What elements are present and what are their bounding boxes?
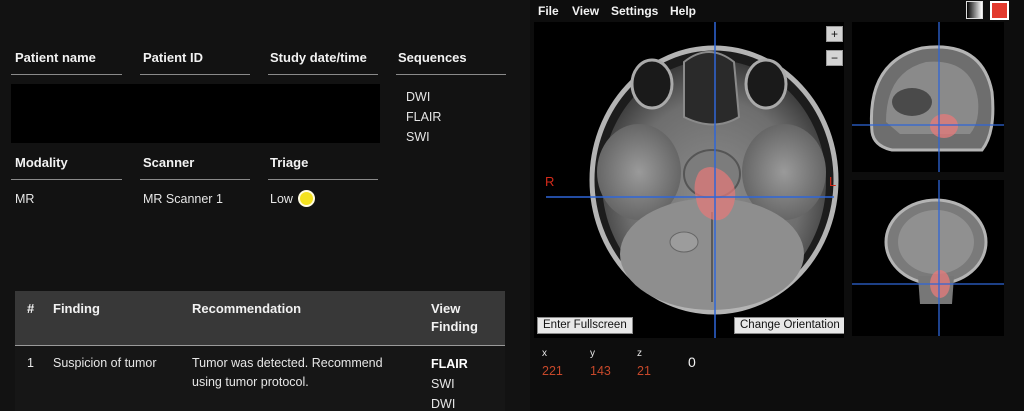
scanner-header: Scanner bbox=[143, 155, 195, 170]
orientation-label-right: R bbox=[545, 174, 555, 189]
modality-value: MR bbox=[15, 192, 35, 206]
cursor-coordinates: x 221 y 143 z 21 0 bbox=[530, 340, 1024, 411]
patient-info-panel: Patient name Patient ID Study date/time … bbox=[0, 0, 520, 411]
view-finding-dwi-link[interactable]: DWI bbox=[431, 394, 468, 411]
menu-settings[interactable]: Settings bbox=[611, 4, 658, 18]
change-orientation-button[interactable]: Change Orientation bbox=[734, 317, 844, 334]
divider bbox=[396, 74, 506, 75]
patient-name-header: Patient name bbox=[15, 50, 96, 65]
image-viewer: File View Settings Help + − R L Enter Fu… bbox=[530, 0, 1024, 411]
sequence-item: SWI bbox=[406, 130, 430, 144]
column-header-recommendation: Recommendation bbox=[192, 301, 302, 316]
axial-view[interactable]: + − R L Enter Fullscreen Change Orientat… bbox=[534, 22, 844, 338]
triage-indicator-icon bbox=[298, 190, 315, 207]
patient-id-header: Patient ID bbox=[143, 50, 203, 65]
scanner-value: MR Scanner 1 bbox=[143, 192, 223, 206]
pixel-intensity-value: 0 bbox=[688, 354, 696, 370]
sequences-list: DWI FLAIR SWI bbox=[406, 87, 441, 147]
study-datetime-header: Study date/time bbox=[270, 50, 367, 65]
segmentation-overlay-toggle-icon[interactable] bbox=[990, 1, 1009, 20]
divider bbox=[140, 74, 250, 75]
modality-header: Modality bbox=[15, 155, 68, 170]
column-header-number: # bbox=[27, 301, 35, 316]
view-finding-links: FLAIR SWI DWI bbox=[431, 354, 468, 411]
axial-mri-slice bbox=[546, 22, 839, 338]
triage-value: Low bbox=[270, 192, 293, 206]
orientation-label-left: L bbox=[829, 174, 837, 189]
zoom-in-button[interactable]: + bbox=[826, 26, 843, 42]
coord-z-value: 21 bbox=[637, 364, 651, 378]
finding-recommendation: Tumor was detected. Recommend using tumo… bbox=[192, 356, 383, 389]
findings-table-header: # Finding Recommendation View Finding bbox=[15, 291, 505, 345]
coronal-mri-slice bbox=[852, 180, 1004, 336]
finding-number: 1 bbox=[27, 356, 34, 370]
window-level-tool-icon[interactable] bbox=[966, 1, 983, 19]
column-header-view-finding: View Finding bbox=[431, 301, 478, 334]
sequences-header: Sequences bbox=[398, 50, 467, 65]
menu-view[interactable]: View bbox=[572, 4, 599, 18]
triage-header: Triage bbox=[270, 155, 309, 170]
sagittal-mri-slice bbox=[852, 22, 1004, 172]
divider bbox=[268, 74, 378, 75]
divider bbox=[140, 179, 250, 180]
coord-x-value: 221 bbox=[542, 364, 563, 378]
divider bbox=[11, 74, 122, 75]
sagittal-view[interactable] bbox=[852, 22, 1004, 172]
enter-fullscreen-button[interactable]: Enter Fullscreen bbox=[537, 317, 633, 334]
coord-x-label: x bbox=[542, 348, 547, 359]
view-finding-flair-link[interactable]: FLAIR bbox=[431, 354, 468, 374]
coord-y-value: 143 bbox=[590, 364, 611, 378]
view-finding-swi-link[interactable]: SWI bbox=[431, 374, 468, 394]
redacted-patient-details bbox=[11, 84, 380, 143]
findings-table: # Finding Recommendation View Finding 1 … bbox=[15, 291, 505, 411]
coord-z-label: z bbox=[637, 348, 642, 359]
divider bbox=[268, 179, 378, 180]
zoom-out-button[interactable]: − bbox=[826, 50, 843, 66]
divider bbox=[15, 345, 505, 346]
sequence-item: DWI bbox=[406, 90, 431, 104]
viewer-menu-bar: File View Settings Help bbox=[530, 0, 1024, 22]
coronal-view[interactable] bbox=[852, 180, 1004, 336]
sequence-item: FLAIR bbox=[406, 110, 442, 124]
coord-y-label: y bbox=[590, 348, 595, 359]
column-header-finding: Finding bbox=[53, 301, 100, 316]
divider bbox=[11, 179, 122, 180]
menu-file[interactable]: File bbox=[538, 4, 559, 18]
finding-name: Suspicion of tumor bbox=[53, 356, 157, 370]
menu-help[interactable]: Help bbox=[670, 4, 696, 18]
